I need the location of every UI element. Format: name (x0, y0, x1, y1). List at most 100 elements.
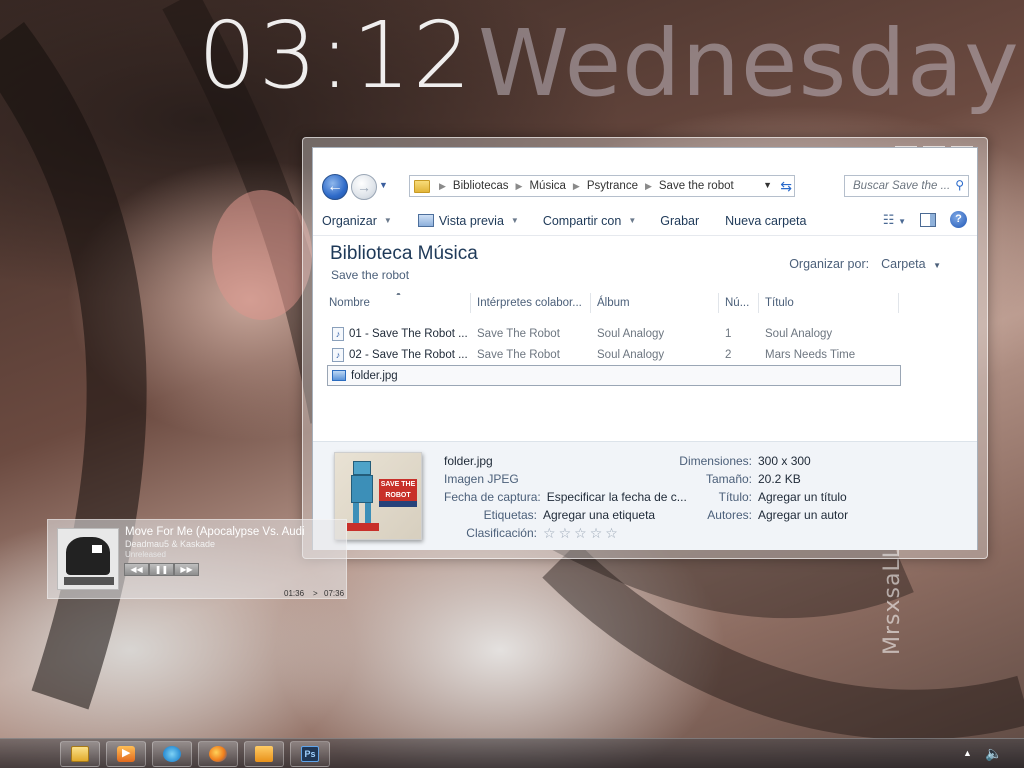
star-icon[interactable]: ☆ (559, 525, 572, 542)
organize-button[interactable]: Organizar ▼ (313, 214, 401, 228)
arrange-by-label: Organizar por: (789, 257, 870, 271)
chevron-right-icon[interactable]: ▶ (513, 181, 526, 192)
size-value: 20.2 KB (758, 472, 801, 486)
search-input[interactable]: Buscar Save the ... ⚲ (844, 175, 969, 197)
track-number-cell: 2 (725, 348, 732, 361)
title-field[interactable]: Agregar un título (758, 490, 847, 504)
details-pane: SAVE THE ROBOT folder.jpg Imagen JPEG Fec… (313, 441, 977, 550)
file-name-cell: folder.jpg (328, 370, 472, 382)
breadcrumb-musica[interactable]: Música (525, 180, 569, 192)
details-filetype: Imagen JPEG (444, 472, 519, 486)
network-icon (163, 746, 181, 762)
command-toolbar: Organizar ▼ Vista previa ▼ Compartir con… (313, 206, 977, 236)
arrange-by-value: Carpeta (881, 257, 926, 271)
chevron-right-icon[interactable]: ▶ (642, 181, 655, 192)
taskbar-firefox-button[interactable] (198, 741, 238, 767)
album-cell: Soul Analogy (597, 327, 665, 340)
history-dropdown-icon[interactable]: ▼ (379, 180, 388, 190)
share-button[interactable]: Compartir con ▼ (534, 214, 645, 228)
help-icon[interactable]: ? (950, 211, 967, 228)
robot-illustration (353, 461, 371, 475)
chevron-down-icon: ▼ (933, 261, 941, 270)
new-folder-label: Nueva carpeta (725, 213, 807, 228)
rating-stars[interactable]: ☆ ☆ ☆ ☆ ☆ (543, 525, 618, 542)
search-icon[interactable]: ⚲ (955, 178, 964, 192)
next-icon[interactable]: ▶▶ (174, 563, 199, 576)
taskbar-fl-studio-button[interactable] (244, 741, 284, 767)
title-cell: Soul Analogy (765, 327, 833, 340)
column-headers: ▲ Nombre Intérpretes colabor... Álbum Nú… (327, 293, 905, 313)
playback-separator: > (313, 589, 318, 598)
burn-label: Grabar (660, 213, 700, 228)
address-bar[interactable]: ▶ Bibliotecas ▶ Música ▶ Psytrance ▶ Sav… (409, 175, 795, 197)
tags-field[interactable]: Agregar una etiqueta (543, 508, 655, 522)
taskbar-network-button[interactable] (152, 741, 192, 767)
playback-position: 01:36 (284, 589, 305, 598)
authors-field[interactable]: Agregar un autor (758, 508, 848, 522)
arrange-by: Organizar por: Carpeta ▼ (789, 257, 941, 271)
back-button[interactable]: ← (322, 174, 348, 200)
sort-ascending-icon: ▲ (395, 293, 402, 297)
album-cell: Soul Analogy (597, 348, 665, 361)
table-row[interactable]: ♪ 01 - Save The Robot ... Save The Robot… (327, 323, 902, 344)
change-view-icon[interactable]: ☷ ▼ (883, 212, 906, 228)
firefox-icon (209, 746, 227, 762)
previous-icon[interactable]: ◀◀ (124, 563, 149, 576)
star-icon[interactable]: ☆ (605, 525, 618, 542)
explorer-window: ← → ▼ ▶ Bibliotecas ▶ Música ▶ Psytrance… (312, 147, 978, 550)
chevron-down-icon: ▼ (383, 216, 392, 225)
playback-controls: ◀◀ ❚❚ ▶▶ (124, 563, 200, 576)
folder-icon (414, 179, 430, 193)
table-row-selected[interactable]: folder.jpg (327, 365, 901, 386)
chevron-right-icon[interactable]: ▶ (570, 181, 583, 192)
star-icon[interactable]: ☆ (574, 525, 587, 542)
taskbar-explorer-button[interactable] (60, 741, 100, 767)
breadcrumb-bibliotecas[interactable]: Bibliotecas (449, 180, 513, 192)
authors-label: Autores: (707, 508, 752, 522)
column-header-label: Nú... (725, 297, 750, 309)
music-file-icon: ♪ (332, 326, 344, 341)
column-header-album[interactable]: Álbum (591, 293, 719, 313)
breadcrumb-save-the-robot[interactable]: Save the robot (655, 180, 738, 192)
organize-label: Organizar (322, 213, 377, 228)
details-left: folder.jpg Imagen JPEG Fecha de captura:… (444, 452, 687, 542)
show-hidden-icons-icon[interactable]: ▲ (963, 748, 972, 758)
file-name-cell: ♪ 02 - Save The Robot ... (327, 347, 471, 362)
file-name: 01 - Save The Robot ... (349, 327, 468, 340)
volume-icon[interactable]: 🔈 (985, 745, 1002, 762)
column-header-label: Intérpretes colabor... (477, 297, 582, 309)
tags-label: Etiquetas: (483, 508, 537, 522)
column-header-artists[interactable]: Intérpretes colabor... (471, 293, 591, 313)
column-header-title[interactable]: Título (759, 293, 899, 313)
breadcrumb-psytrance[interactable]: Psytrance (583, 180, 642, 192)
rating-label: Clasificación: (466, 526, 537, 540)
forward-button[interactable]: → (351, 174, 377, 200)
refresh-icon[interactable]: ⇆ (780, 178, 792, 195)
photoshop-icon: Ps (301, 746, 319, 762)
new-folder-button[interactable]: Nueva carpeta (716, 214, 815, 228)
taskbar-photoshop-button[interactable]: Ps (290, 741, 330, 767)
pause-icon[interactable]: ❚❚ (149, 563, 174, 576)
taskbar-media-player-button[interactable] (106, 741, 146, 767)
album-art-figure (66, 537, 110, 575)
folder-icon (71, 746, 89, 762)
chevron-right-icon[interactable]: ▶ (436, 181, 449, 192)
fl-studio-icon (255, 746, 273, 762)
preview-pane-icon[interactable] (920, 212, 936, 227)
table-row[interactable]: ♪ 02 - Save The Robot ... Save The Robot… (327, 344, 902, 365)
address-dropdown-icon[interactable]: ▼ (763, 180, 772, 190)
dimensions-value: 300 x 300 (758, 454, 811, 468)
dimensions-label: Dimensiones: (679, 454, 752, 468)
file-name-cell: ♪ 01 - Save The Robot ... (327, 326, 471, 341)
taskbar: Ps ▲ 🔈 (0, 738, 1024, 768)
column-header-number[interactable]: Nú... (719, 293, 759, 313)
arrange-by-dropdown[interactable]: Carpeta ▼ (881, 257, 941, 271)
column-header-name[interactable]: ▲ Nombre (327, 293, 471, 313)
burn-button[interactable]: Grabar (651, 214, 708, 228)
playback-duration: 07:36 (324, 589, 345, 598)
star-icon[interactable]: ☆ (543, 525, 556, 542)
track-title: Move For Me (Apocalypse Vs. Audio (125, 526, 305, 538)
preview-button[interactable]: Vista previa ▼ (409, 214, 528, 228)
star-icon[interactable]: ☆ (590, 525, 603, 542)
chevron-down-icon: ▼ (510, 216, 519, 225)
